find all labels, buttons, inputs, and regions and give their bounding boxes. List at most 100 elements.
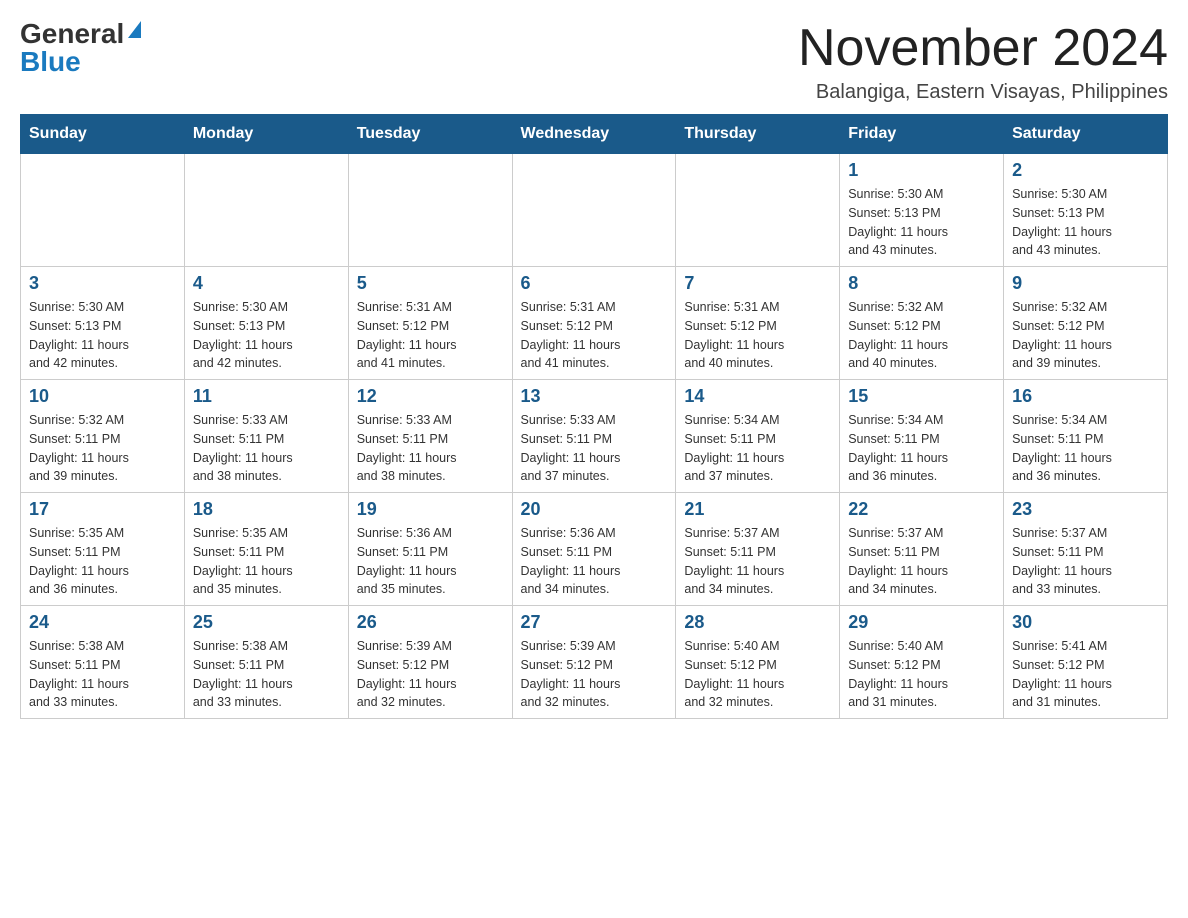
calendar-cell: 1 Sunrise: 5:30 AM Sunset: 5:13 PM Daylig… bbox=[840, 154, 1004, 267]
day-number: 22 bbox=[848, 499, 995, 520]
calendar-cell: 24Sunrise: 5:38 AM Sunset: 5:11 PM Dayli… bbox=[21, 606, 185, 719]
calendar-cell: 26Sunrise: 5:39 AM Sunset: 5:12 PM Dayli… bbox=[348, 606, 512, 719]
header-thursday: Thursday bbox=[676, 115, 840, 154]
calendar-body: 1 Sunrise: 5:30 AM Sunset: 5:13 PM Daylig… bbox=[21, 154, 1168, 719]
calendar-week-3: 10Sunrise: 5:32 AM Sunset: 5:11 PM Dayli… bbox=[21, 380, 1168, 493]
header-row: SundayMondayTuesdayWednesdayThursdayFrid… bbox=[21, 115, 1168, 154]
day-number: 27 bbox=[521, 612, 668, 633]
calendar-cell bbox=[184, 154, 348, 267]
day-info: Sunrise: 5:32 AM Sunset: 5:11 PM Dayligh… bbox=[29, 411, 176, 486]
day-info: Sunrise: 5:38 AM Sunset: 5:11 PM Dayligh… bbox=[193, 637, 340, 712]
day-info: Sunrise: 5:34 AM Sunset: 5:11 PM Dayligh… bbox=[684, 411, 831, 486]
day-number: 12 bbox=[357, 386, 504, 407]
calendar-cell: 28Sunrise: 5:40 AM Sunset: 5:12 PM Dayli… bbox=[676, 606, 840, 719]
day-number: 28 bbox=[684, 612, 831, 633]
day-info: Sunrise: 5:30 AM Sunset: 5:13 PM Dayligh… bbox=[193, 298, 340, 373]
day-number: 13 bbox=[521, 386, 668, 407]
calendar-cell: 18 Sunrise: 5:35 AM Sunset: 5:11 PM Dayli… bbox=[184, 493, 348, 606]
day-info: Sunrise: 5:30 AM Sunset: 5:13 PM Dayligh… bbox=[1012, 185, 1159, 260]
day-info: Sunrise: 5:31 AM Sunset: 5:12 PM Dayligh… bbox=[357, 298, 504, 373]
day-info: Sunrise: 5:30 AM Sunset: 5:13 PM Dayligh… bbox=[29, 298, 176, 373]
day-number: 17 bbox=[29, 499, 176, 520]
day-number: 16 bbox=[1012, 386, 1159, 407]
day-info: Sunrise: 5:37 AM Sunset: 5:11 PM Dayligh… bbox=[848, 524, 995, 599]
calendar-table: SundayMondayTuesdayWednesdayThursdayFrid… bbox=[20, 114, 1168, 719]
day-info: Sunrise: 5:38 AM Sunset: 5:11 PM Dayligh… bbox=[29, 637, 176, 712]
calendar-cell: 27 Sunrise: 5:39 AM Sunset: 5:12 PM Dayli… bbox=[512, 606, 676, 719]
day-info: Sunrise: 5:33 AM Sunset: 5:11 PM Dayligh… bbox=[357, 411, 504, 486]
calendar-cell: 10Sunrise: 5:32 AM Sunset: 5:11 PM Dayli… bbox=[21, 380, 185, 493]
calendar-cell: 12 Sunrise: 5:33 AM Sunset: 5:11 PM Dayli… bbox=[348, 380, 512, 493]
calendar-cell: 23Sunrise: 5:37 AM Sunset: 5:11 PM Dayli… bbox=[1004, 493, 1168, 606]
day-info: Sunrise: 5:33 AM Sunset: 5:11 PM Dayligh… bbox=[521, 411, 668, 486]
calendar-week-4: 17 Sunrise: 5:35 AM Sunset: 5:11 PM Dayli… bbox=[21, 493, 1168, 606]
page-header: General Blue November 2024 Balangiga, Ea… bbox=[20, 20, 1168, 104]
day-number: 23 bbox=[1012, 499, 1159, 520]
day-info: Sunrise: 5:31 AM Sunset: 5:12 PM Dayligh… bbox=[684, 298, 831, 373]
calendar-week-1: 1 Sunrise: 5:30 AM Sunset: 5:13 PM Daylig… bbox=[21, 154, 1168, 267]
calendar-cell: 5 Sunrise: 5:31 AM Sunset: 5:12 PM Daylig… bbox=[348, 267, 512, 380]
header-monday: Monday bbox=[184, 115, 348, 154]
logo: General Blue bbox=[20, 20, 141, 76]
day-number: 8 bbox=[848, 273, 995, 294]
calendar-cell: 3 Sunrise: 5:30 AM Sunset: 5:13 PM Daylig… bbox=[21, 267, 185, 380]
day-number: 7 bbox=[684, 273, 831, 294]
calendar-cell: 29 Sunrise: 5:40 AM Sunset: 5:12 PM Dayli… bbox=[840, 606, 1004, 719]
header-tuesday: Tuesday bbox=[348, 115, 512, 154]
day-number: 9 bbox=[1012, 273, 1159, 294]
calendar-cell bbox=[512, 154, 676, 267]
calendar-cell: 9Sunrise: 5:32 AM Sunset: 5:12 PM Daylig… bbox=[1004, 267, 1168, 380]
day-info: Sunrise: 5:36 AM Sunset: 5:11 PM Dayligh… bbox=[357, 524, 504, 599]
day-info: Sunrise: 5:33 AM Sunset: 5:11 PM Dayligh… bbox=[193, 411, 340, 486]
day-info: Sunrise: 5:39 AM Sunset: 5:12 PM Dayligh… bbox=[521, 637, 668, 712]
day-number: 21 bbox=[684, 499, 831, 520]
header-sunday: Sunday bbox=[21, 115, 185, 154]
calendar-cell: 19 Sunrise: 5:36 AM Sunset: 5:11 PM Dayli… bbox=[348, 493, 512, 606]
day-info: Sunrise: 5:40 AM Sunset: 5:12 PM Dayligh… bbox=[848, 637, 995, 712]
day-info: Sunrise: 5:34 AM Sunset: 5:11 PM Dayligh… bbox=[848, 411, 995, 486]
calendar-cell: 6 Sunrise: 5:31 AM Sunset: 5:12 PM Daylig… bbox=[512, 267, 676, 380]
calendar-cell: 8 Sunrise: 5:32 AM Sunset: 5:12 PM Daylig… bbox=[840, 267, 1004, 380]
calendar-cell: 11 Sunrise: 5:33 AM Sunset: 5:11 PM Dayli… bbox=[184, 380, 348, 493]
day-number: 30 bbox=[1012, 612, 1159, 633]
day-info: Sunrise: 5:30 AM Sunset: 5:13 PM Dayligh… bbox=[848, 185, 995, 260]
day-number: 20 bbox=[521, 499, 668, 520]
day-info: Sunrise: 5:37 AM Sunset: 5:11 PM Dayligh… bbox=[684, 524, 831, 599]
calendar-cell: 17Sunrise: 5:35 AM Sunset: 5:11 PM Dayli… bbox=[21, 493, 185, 606]
calendar-cell: 15 Sunrise: 5:34 AM Sunset: 5:11 PM Dayli… bbox=[840, 380, 1004, 493]
day-info: Sunrise: 5:34 AM Sunset: 5:11 PM Dayligh… bbox=[1012, 411, 1159, 486]
day-number: 25 bbox=[193, 612, 340, 633]
logo-triangle-icon bbox=[128, 21, 141, 38]
day-info: Sunrise: 5:41 AM Sunset: 5:12 PM Dayligh… bbox=[1012, 637, 1159, 712]
day-number: 29 bbox=[848, 612, 995, 633]
day-number: 11 bbox=[193, 386, 340, 407]
calendar-cell bbox=[348, 154, 512, 267]
calendar-cell: 21 Sunrise: 5:37 AM Sunset: 5:11 PM Dayli… bbox=[676, 493, 840, 606]
day-info: Sunrise: 5:36 AM Sunset: 5:11 PM Dayligh… bbox=[521, 524, 668, 599]
day-number: 26 bbox=[357, 612, 504, 633]
day-number: 1 bbox=[848, 160, 995, 181]
header-wednesday: Wednesday bbox=[512, 115, 676, 154]
calendar-cell: 7 Sunrise: 5:31 AM Sunset: 5:12 PM Daylig… bbox=[676, 267, 840, 380]
day-number: 5 bbox=[357, 273, 504, 294]
logo-blue-text: Blue bbox=[20, 48, 81, 76]
location-text: Balangiga, Eastern Visayas, Philippines bbox=[798, 81, 1168, 104]
day-number: 2 bbox=[1012, 160, 1159, 181]
day-info: Sunrise: 5:32 AM Sunset: 5:12 PM Dayligh… bbox=[848, 298, 995, 373]
day-info: Sunrise: 5:35 AM Sunset: 5:11 PM Dayligh… bbox=[193, 524, 340, 599]
calendar-cell: 25 Sunrise: 5:38 AM Sunset: 5:11 PM Dayli… bbox=[184, 606, 348, 719]
day-number: 3 bbox=[29, 273, 176, 294]
day-info: Sunrise: 5:31 AM Sunset: 5:12 PM Dayligh… bbox=[521, 298, 668, 373]
calendar-week-5: 24Sunrise: 5:38 AM Sunset: 5:11 PM Dayli… bbox=[21, 606, 1168, 719]
month-title: November 2024 bbox=[798, 20, 1168, 77]
day-number: 15 bbox=[848, 386, 995, 407]
calendar-cell: 22 Sunrise: 5:37 AM Sunset: 5:11 PM Dayli… bbox=[840, 493, 1004, 606]
day-number: 6 bbox=[521, 273, 668, 294]
calendar-cell: 4Sunrise: 5:30 AM Sunset: 5:13 PM Daylig… bbox=[184, 267, 348, 380]
day-number: 18 bbox=[193, 499, 340, 520]
calendar-cell: 14Sunrise: 5:34 AM Sunset: 5:11 PM Dayli… bbox=[676, 380, 840, 493]
calendar-cell bbox=[21, 154, 185, 267]
day-number: 19 bbox=[357, 499, 504, 520]
title-block: November 2024 Balangiga, Eastern Visayas… bbox=[798, 20, 1168, 104]
calendar-cell: 16 Sunrise: 5:34 AM Sunset: 5:11 PM Dayli… bbox=[1004, 380, 1168, 493]
